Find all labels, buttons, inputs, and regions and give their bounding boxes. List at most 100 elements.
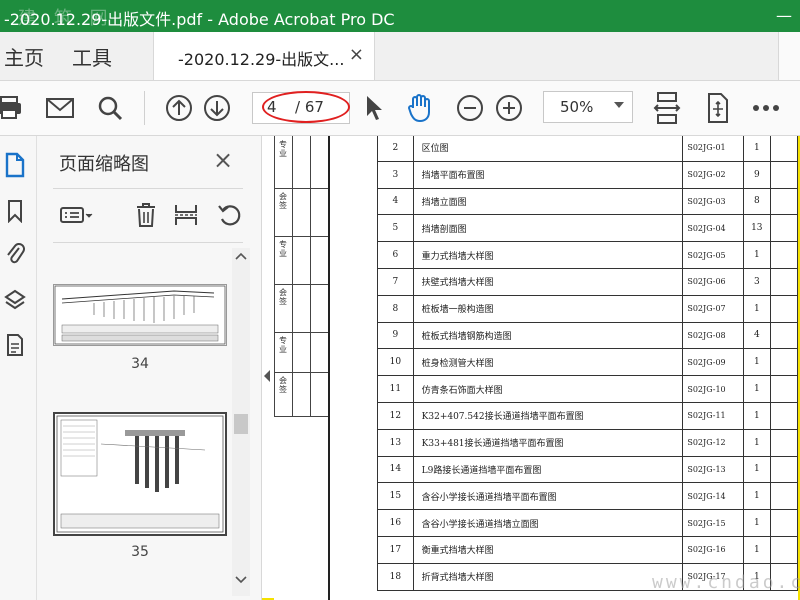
sheet-count: 1 bbox=[742, 401, 771, 430]
drawing-name: 仿青条石饰面大样图 bbox=[412, 375, 684, 403]
toolbar bbox=[0, 81, 800, 136]
drawing-name: 重力式挡墙大样图 bbox=[412, 241, 684, 269]
margin-label: 会签 bbox=[279, 192, 287, 210]
panel-divider bbox=[53, 242, 243, 243]
remark-cell bbox=[769, 455, 798, 484]
page-thumbnails-icon[interactable] bbox=[2, 152, 28, 178]
remark-cell bbox=[769, 401, 798, 430]
sheet-count: 1 bbox=[742, 375, 771, 403]
remark-cell bbox=[769, 241, 798, 269]
remark-cell bbox=[769, 187, 798, 216]
site-watermark: www.cndao.com bbox=[652, 572, 800, 593]
select-cursor-icon[interactable] bbox=[358, 92, 390, 124]
drawing-code: S02JG-07 bbox=[682, 294, 744, 323]
drawing-code: S02JG-14 bbox=[682, 482, 744, 511]
row-number: 8 bbox=[377, 294, 414, 323]
bookmark-icon[interactable] bbox=[2, 198, 28, 224]
row-number: 3 bbox=[377, 160, 414, 189]
thumbnail-scrollbar[interactable] bbox=[232, 248, 250, 596]
tab-close-button[interactable]: × bbox=[349, 44, 364, 65]
sheet-count: 1 bbox=[742, 455, 771, 484]
attachment-icon[interactable] bbox=[2, 240, 28, 266]
scroll-down-icon[interactable] bbox=[232, 574, 250, 586]
table-row: 13 K33+481接长通道挡墙平面布置图 S02JG-12 1 bbox=[377, 428, 798, 457]
nav-tools[interactable]: 工具 bbox=[72, 42, 112, 71]
drawing-code: S02JG-16 bbox=[682, 535, 744, 564]
previous-page-icon[interactable] bbox=[163, 92, 195, 124]
split-page-icon[interactable] bbox=[169, 198, 203, 232]
sheet-count: 13 bbox=[742, 214, 771, 243]
fit-page-icon[interactable] bbox=[651, 92, 683, 124]
drawing-code: S02JG-12 bbox=[682, 428, 744, 457]
tab-label: -2020.12.29-出版文... bbox=[178, 50, 345, 69]
zoom-out-icon[interactable] bbox=[454, 92, 486, 124]
search-icon[interactable] bbox=[94, 92, 126, 124]
drawing-code: S02JG-06 bbox=[682, 267, 744, 296]
drawing-code: S02JG-15 bbox=[682, 509, 744, 537]
page-thumbnail[interactable] bbox=[53, 284, 227, 346]
row-number: 9 bbox=[377, 321, 414, 350]
drawing-code: S02JG-08 bbox=[682, 321, 744, 350]
sheet-count: 3 bbox=[742, 267, 771, 296]
print-icon[interactable] bbox=[0, 92, 26, 124]
layers-icon[interactable] bbox=[2, 288, 28, 314]
drawing-code: S02JG-09 bbox=[682, 348, 744, 377]
remark-cell bbox=[769, 375, 798, 403]
drawing-name: 扶壁式挡墙大样图 bbox=[412, 267, 684, 296]
collapse-panel-icon[interactable] bbox=[262, 368, 272, 384]
full-screen-icon[interactable] bbox=[701, 92, 733, 124]
tab-overflow[interactable] bbox=[778, 32, 800, 80]
more-options-icon[interactable] bbox=[750, 92, 782, 124]
drawing-name: 衡重式挡墙大样图 bbox=[412, 535, 684, 564]
table-row: 9 桩板式挡墙钢筋构造图 S02JG-08 4 bbox=[377, 321, 798, 350]
margin-label: 专业 bbox=[279, 140, 287, 158]
drawing-code: S02JG-10 bbox=[682, 375, 744, 403]
zoom-select[interactable]: 50% bbox=[543, 91, 633, 123]
sheet-count: 1 bbox=[742, 482, 771, 511]
hand-tool-icon[interactable] bbox=[404, 92, 436, 124]
row-number: 2 bbox=[377, 136, 414, 162]
document-tab[interactable]: -2020.12.29-出版文... × bbox=[153, 32, 375, 80]
nav-home[interactable]: 主页 bbox=[4, 42, 44, 71]
remark-cell bbox=[769, 428, 798, 457]
scroll-up-icon[interactable] bbox=[232, 250, 250, 262]
rotate-page-icon[interactable] bbox=[213, 198, 247, 232]
page-thumbnail[interactable] bbox=[53, 412, 227, 536]
next-page-icon[interactable] bbox=[201, 92, 233, 124]
drawing-code: S02JG-02 bbox=[682, 160, 744, 189]
row-number: 13 bbox=[377, 428, 414, 457]
row-number: 4 bbox=[377, 187, 414, 216]
table-row: 16 含谷小学接长通道挡墙立面图 S02JG-15 1 bbox=[377, 509, 798, 537]
drawing-name: 含谷小学接长通道挡墙立面图 bbox=[412, 509, 684, 537]
content-icon[interactable] bbox=[2, 332, 28, 358]
row-number: 5 bbox=[377, 214, 414, 243]
zoom-value: 50% bbox=[560, 98, 594, 116]
sheet-count: 8 bbox=[742, 187, 771, 216]
remark-cell bbox=[769, 214, 798, 243]
panel-title: 页面缩略图 bbox=[59, 154, 149, 175]
navigation-strip bbox=[0, 136, 37, 600]
drawing-name: 挡墙平面布置图 bbox=[412, 160, 684, 189]
remark-cell bbox=[769, 535, 798, 564]
drawing-name: 桩板式挡墙钢筋构造图 bbox=[412, 321, 684, 350]
row-number: 6 bbox=[377, 241, 414, 269]
scrollbar-thumb[interactable] bbox=[234, 414, 248, 434]
remark-cell bbox=[769, 482, 798, 511]
row-number: 17 bbox=[377, 535, 414, 564]
toolbar-divider bbox=[144, 91, 145, 125]
drawing-name: 桩身检测管大样图 bbox=[412, 348, 684, 377]
thumbnail-options-icon[interactable] bbox=[59, 198, 93, 232]
zoom-in-icon[interactable] bbox=[493, 92, 525, 124]
remark-cell bbox=[769, 509, 798, 537]
drawing-name: L9路接长通道挡墙平面布置图 bbox=[412, 455, 684, 484]
table-row: 5 挡墙剖面图 S02JG-04 13 bbox=[377, 214, 798, 243]
drawing-code: S02JG-03 bbox=[682, 187, 744, 216]
table-row: 8 桩板墙一般构造图 S02JG-07 1 bbox=[377, 294, 798, 323]
table-row: 7 扶壁式挡墙大样图 S02JG-06 3 bbox=[377, 267, 798, 296]
minimize-button[interactable]: — bbox=[770, 0, 798, 32]
delete-page-icon[interactable] bbox=[129, 198, 163, 232]
panel-close-button[interactable]: × bbox=[213, 146, 233, 174]
sheet-count: 1 bbox=[742, 535, 771, 564]
email-icon[interactable] bbox=[44, 92, 76, 124]
row-number: 11 bbox=[377, 375, 414, 403]
